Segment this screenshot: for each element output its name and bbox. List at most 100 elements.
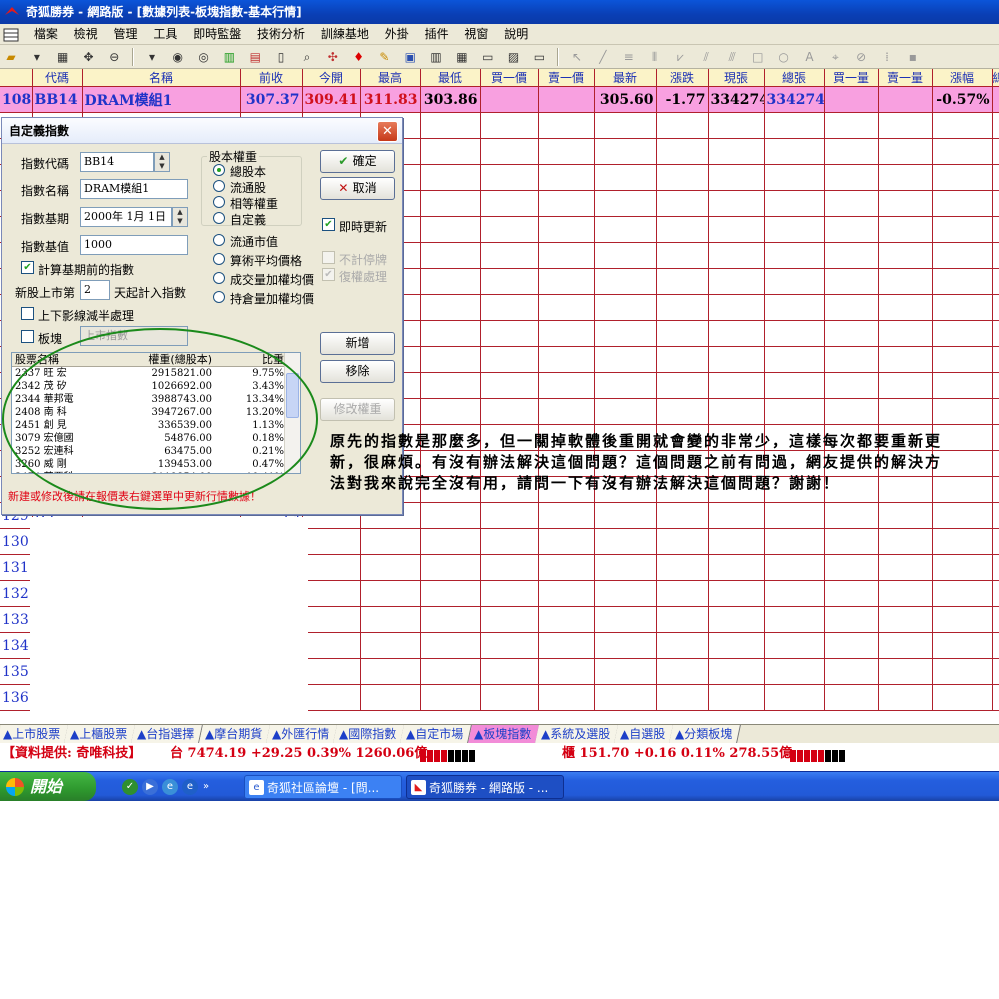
bell-icon[interactable]: ♦ xyxy=(349,48,369,66)
binoculars-2-icon[interactable]: ◎ xyxy=(194,48,214,66)
columns-icon[interactable]: ▥ xyxy=(426,48,446,66)
open-folder-icon[interactable]: ▰ xyxy=(1,48,21,66)
col-header-open[interactable]: 今開 xyxy=(302,69,361,87)
menu-help[interactable]: 說明 xyxy=(498,24,534,45)
col-header-ask[interactable]: 賣一價 xyxy=(538,69,595,87)
tab-6[interactable]: ▲自定市場 xyxy=(400,725,473,743)
hline-tool-icon[interactable]: ≡ xyxy=(619,48,639,66)
col-header-change[interactable]: 漲跌 xyxy=(656,69,709,87)
tab-8[interactable]: ▲系統及選股 xyxy=(534,725,620,743)
search-icon[interactable]: ⌕ xyxy=(297,48,317,66)
radio-float-mktcap[interactable] xyxy=(213,234,225,246)
ie-icon[interactable]: e xyxy=(162,779,178,795)
dropdown-icon[interactable]: ▾ xyxy=(142,48,162,66)
table-row-selected[interactable]: 108 BB14 DRAM模組1 307.37 309.41 311.83 30… xyxy=(0,86,999,113)
rights-adjust-checkbox[interactable]: ✔ xyxy=(322,268,335,281)
book-icon[interactable]: ▯ xyxy=(271,48,291,66)
col-header-more[interactable]: 總 xyxy=(992,69,999,87)
chart-icon[interactable]: ▥ xyxy=(219,48,239,66)
cancel-button[interactable]: ✕ 取消 xyxy=(320,177,395,200)
menu-view[interactable]: 檢視 xyxy=(68,24,104,45)
col-header-code[interactable]: 代碼 xyxy=(32,69,83,87)
ok-button[interactable]: ✔ 確定 xyxy=(320,150,395,173)
screen-icon[interactable]: ▭ xyxy=(529,48,549,66)
mark-tool-icon[interactable]: ⌖ xyxy=(825,48,845,66)
col-header-name[interactable]: 名稱 xyxy=(82,69,241,87)
index-code-field[interactable]: BB14 xyxy=(80,152,154,172)
menu-window[interactable]: 視窗 xyxy=(458,24,494,45)
base-date-field[interactable]: 2000年 1月 1日 xyxy=(80,207,172,227)
close-icon[interactable]: ✕ xyxy=(377,121,398,142)
tab-0[interactable]: ▲上市股票 xyxy=(0,725,70,743)
menu-manage[interactable]: 管理 xyxy=(108,24,144,45)
col-header-ask-vol[interactable]: 賣一量 xyxy=(878,69,933,87)
dropdown-arrow-icon[interactable]: ▾ xyxy=(27,48,47,66)
layout-icon[interactable]: ▣ xyxy=(400,48,420,66)
text-tool-icon[interactable]: A xyxy=(800,48,820,66)
remove-button[interactable]: 移除 xyxy=(320,360,395,383)
menu-analysis[interactable]: 技術分析 xyxy=(251,24,311,45)
quicklaunch-icon[interactable]: ✓ xyxy=(122,779,138,795)
col-header-tot-vol[interactable]: 總張 xyxy=(764,69,825,87)
weight-radio-custom[interactable] xyxy=(213,212,225,224)
puzzle-icon[interactable]: ✣ xyxy=(323,48,343,66)
start-button[interactable]: 開始 xyxy=(0,772,96,801)
col-header[interactable] xyxy=(0,69,33,87)
window-icon[interactable]: ▭ xyxy=(478,48,498,66)
col-header-low[interactable]: 最低 xyxy=(420,69,481,87)
weight-radio-float[interactable] xyxy=(213,180,225,192)
tab-2[interactable]: ▲台指選擇 xyxy=(131,725,204,743)
index-name-field[interactable]: DRAM模組1 xyxy=(80,179,188,199)
dialog-titlebar[interactable]: 自定義指數 xyxy=(2,118,402,144)
double-chevron-icon[interactable]: » xyxy=(200,779,212,795)
menu-training[interactable]: 訓練基地 xyxy=(315,24,375,45)
binoculars-icon[interactable]: ◉ xyxy=(168,48,188,66)
tab-5[interactable]: ▲國際指數 xyxy=(333,725,406,743)
col-header-high[interactable]: 最高 xyxy=(360,69,421,87)
tab-7[interactable]: ▲板塊指數 xyxy=(467,725,540,743)
channel-tool-icon[interactable]: ⫽ xyxy=(696,48,716,66)
line-tool-icon[interactable]: ╱ xyxy=(593,48,613,66)
task-forum[interactable]: e 奇狐社區論壇 - [問... xyxy=(244,775,402,799)
tab-1[interactable]: ▲上櫃股票 xyxy=(64,725,137,743)
circle-tool-icon[interactable]: ○ xyxy=(774,48,794,66)
app-menu-icon[interactable] xyxy=(0,26,24,44)
radio-vol-weighted[interactable] xyxy=(213,272,225,284)
menu-file[interactable]: 檔案 xyxy=(28,24,64,45)
parallel-tool-icon[interactable]: ⫻ xyxy=(722,48,742,66)
tab-10[interactable]: ▲分類板塊 xyxy=(669,725,742,743)
base-date-spinner[interactable]: ▲ ▼ xyxy=(172,207,188,227)
rect-tool-icon[interactable]: □ xyxy=(748,48,768,66)
ie2-icon[interactable]: e xyxy=(182,779,198,795)
books-icon[interactable]: ▤ xyxy=(245,48,265,66)
weight-radio-equal[interactable] xyxy=(213,196,225,208)
col-header-pct[interactable]: 漲幅 xyxy=(932,69,993,87)
col-header-bid[interactable]: 買一價 xyxy=(480,69,539,87)
col-header-bid-vol[interactable]: 買一量 xyxy=(824,69,879,87)
exclude-suspended-checkbox[interactable] xyxy=(322,251,335,264)
col-header-cur-vol[interactable]: 現張 xyxy=(708,69,765,87)
new-listing-days-field[interactable]: 2 xyxy=(80,280,110,300)
window-titlebar[interactable]: 奇狐勝券 - 網路版 - [數據列表-板塊指數-基本行情] xyxy=(0,0,999,24)
picture-icon[interactable]: ▨ xyxy=(504,48,524,66)
tab-4[interactable]: ▲外匯行情 xyxy=(266,725,339,743)
media-icon[interactable]: ▶ xyxy=(142,779,158,795)
menu-plugins[interactable]: 外掛 xyxy=(379,24,415,45)
edit-weight-button[interactable]: 修改權重 xyxy=(320,398,395,421)
grid-icon[interactable]: ▦ xyxy=(452,48,472,66)
dots-tool-icon[interactable]: ⁞ xyxy=(877,48,897,66)
sector-checkbox[interactable] xyxy=(21,330,34,343)
col-header-last[interactable]: 最新 xyxy=(594,69,657,87)
menu-tools[interactable]: 工具 xyxy=(147,24,183,45)
tab-9[interactable]: ▲自選股 xyxy=(614,725,675,743)
vline-tool-icon[interactable]: ⦀ xyxy=(645,48,665,66)
save-icon[interactable]: ▪ xyxy=(903,48,923,66)
add-button[interactable]: 新增 xyxy=(320,332,395,355)
radio-oi-weighted[interactable] xyxy=(213,291,225,303)
weight-radio-total[interactable] xyxy=(213,164,225,176)
radio-arith-avg[interactable] xyxy=(213,253,225,265)
link-icon[interactable]: ⊖ xyxy=(104,48,124,66)
lock-tool-icon[interactable]: ⊘ xyxy=(851,48,871,66)
shadow-half-checkbox[interactable] xyxy=(21,307,34,320)
col-header-prev-close[interactable]: 前收 xyxy=(240,69,303,87)
